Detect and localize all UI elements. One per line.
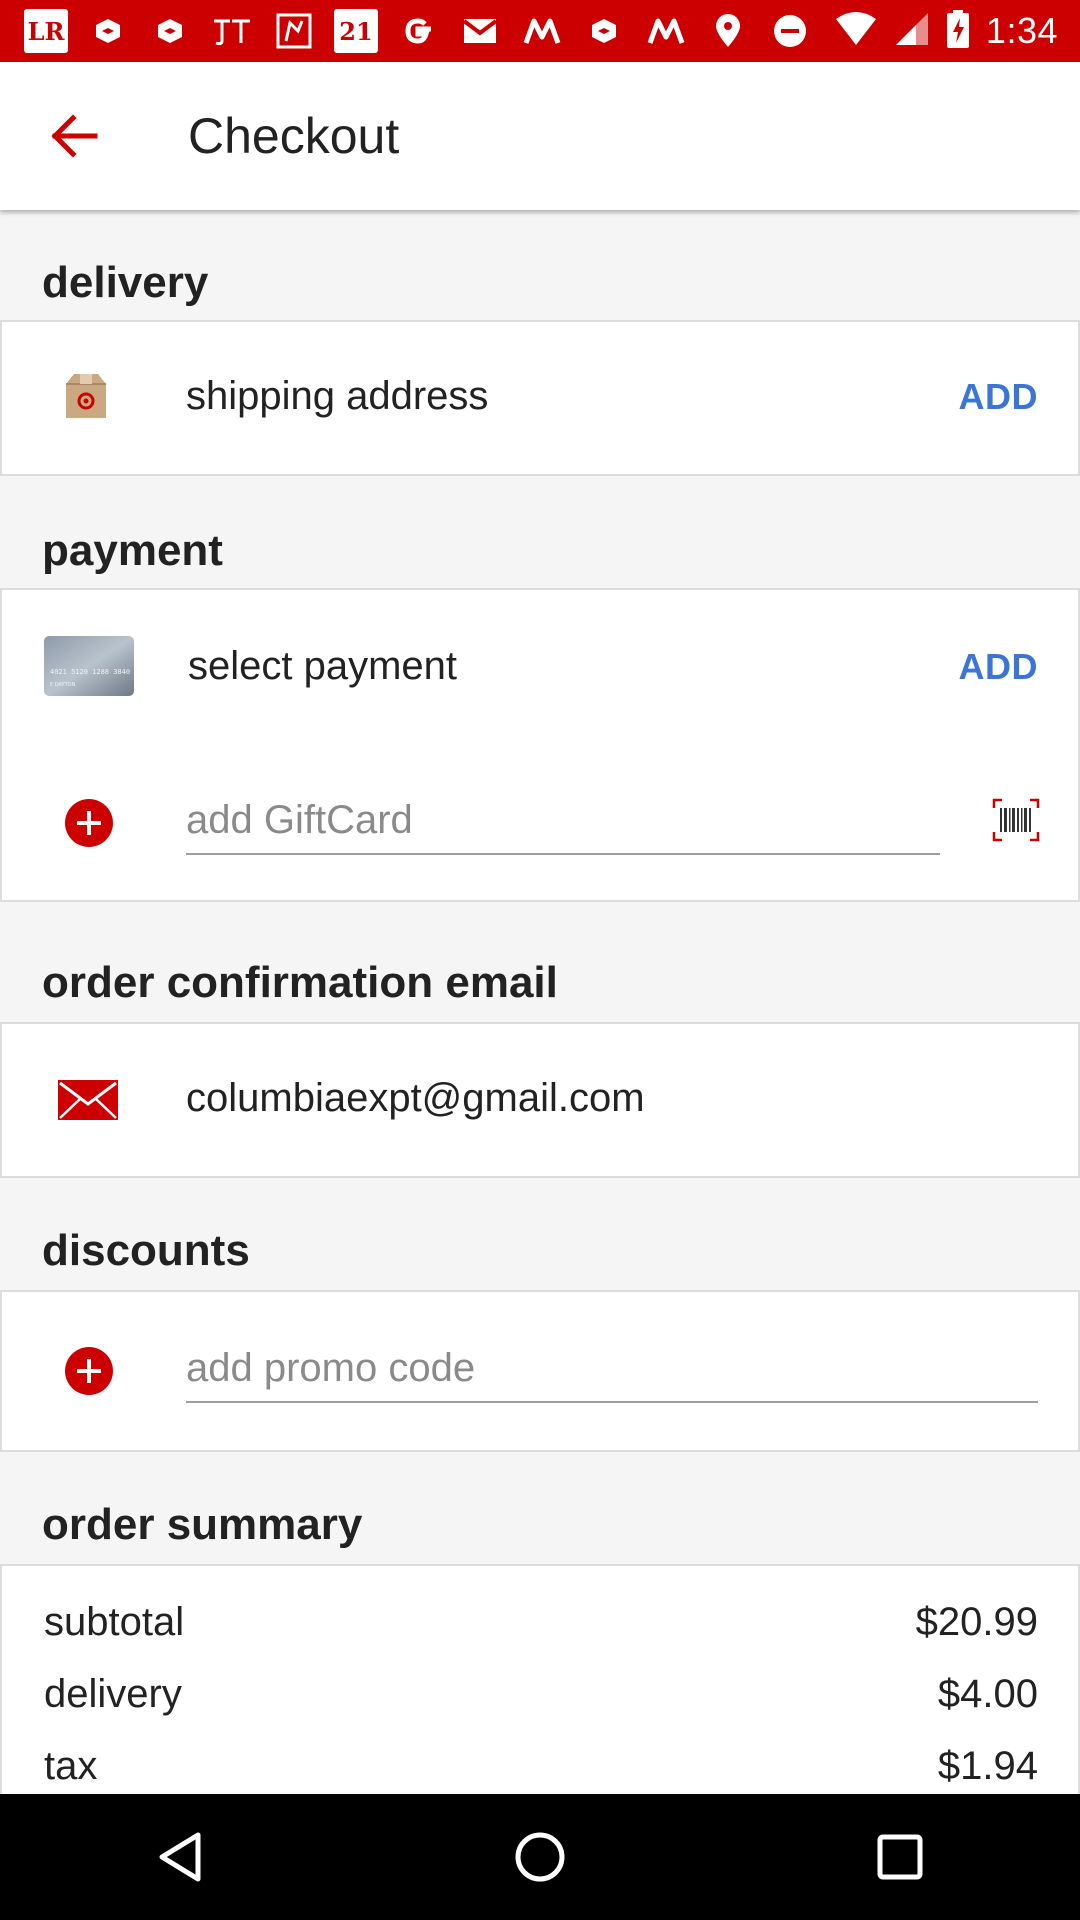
add-payment-button[interactable]: ADD [959, 646, 1039, 688]
jt-icon [210, 9, 254, 53]
app-bar: Checkout [0, 62, 1080, 210]
mail-icon [58, 1080, 118, 1120]
google-icon [396, 9, 440, 53]
forever21-icon: 21 [334, 9, 378, 53]
system-nav-bar [0, 1794, 1080, 1920]
square-recents-icon [877, 1834, 923, 1880]
add-promo-icon[interactable] [64, 1346, 114, 1396]
signal-icon [894, 11, 930, 52]
lightroom-icon: LR [24, 9, 68, 53]
summary-value: $1.94 [937, 1744, 1038, 1788]
promo-code-field[interactable] [186, 1346, 1038, 1403]
summary-label: subtotal [44, 1600, 185, 1644]
arrow-left-icon [51, 114, 98, 158]
m-icon [520, 9, 564, 53]
credit-card-icon: 4021 5120 1288 3840 E DAYTON [44, 636, 134, 696]
wifi-icon [834, 11, 878, 52]
promo-code-input[interactable] [186, 1346, 1038, 1401]
delivery-section-label: delivery [42, 258, 209, 307]
nav-recents-button[interactable] [840, 1797, 960, 1917]
summary-value: $4.00 [937, 1672, 1038, 1716]
checkout-content: delivery shipping address ADD payment 40… [0, 210, 1080, 1794]
page-title: Checkout [188, 108, 400, 164]
summary-row-subtotal: subtotal $20.99 [44, 1600, 1038, 1645]
summary-row-tax: tax $1.94 [44, 1744, 1038, 1789]
select-payment-card[interactable]: 4021 5120 1288 3840 E DAYTON select paym… [0, 588, 1080, 746]
email-section-label: order confirmation email [42, 958, 558, 1007]
svg-text:E DAYTON: E DAYTON [50, 682, 76, 688]
clock-time: 1:34 [985, 10, 1058, 51]
giftcard-field[interactable] [186, 798, 940, 855]
brand-icon [272, 9, 316, 53]
svg-text:4021 5120 1288 3840: 4021 5120 1288 3840 [50, 668, 130, 676]
gmail-icon [458, 9, 502, 53]
location-icon [706, 9, 750, 53]
giftcard-input[interactable] [186, 798, 940, 853]
payment-section-label: payment [42, 526, 223, 575]
summary-label: delivery [44, 1672, 182, 1716]
circle-home-icon [515, 1832, 565, 1882]
triangle-back-icon [159, 1832, 201, 1882]
dnd-icon [768, 9, 812, 53]
order-summary-card: subtotal $20.99 delivery $4.00 tax $1.94 [0, 1564, 1080, 1794]
cast-icon [86, 9, 130, 53]
summary-value: $20.99 [915, 1600, 1038, 1644]
email-card[interactable]: columbiaexpt@gmail.com [0, 1022, 1080, 1178]
nav-home-button[interactable] [480, 1797, 600, 1917]
m-icon [644, 9, 688, 53]
summary-label: tax [44, 1744, 98, 1788]
shipping-address-text: shipping address [186, 374, 489, 418]
cast-icon [148, 9, 192, 53]
email-value: columbiaexpt@gmail.com [186, 1076, 645, 1120]
order-summary-section-label: order summary [42, 1500, 363, 1549]
cast-icon [582, 9, 626, 53]
promo-code-card [0, 1290, 1080, 1452]
select-payment-text: select payment [188, 644, 458, 688]
add-giftcard-icon[interactable] [64, 798, 114, 848]
back-button[interactable] [0, 62, 148, 210]
nav-back-button[interactable] [120, 1797, 240, 1917]
shipping-address-card[interactable]: shipping address ADD [0, 320, 1080, 476]
summary-row-delivery: delivery $4.00 [44, 1672, 1038, 1717]
battery-icon [946, 9, 970, 54]
barcode-scan-icon[interactable] [992, 798, 1040, 842]
giftcard-card [0, 740, 1080, 902]
discounts-section-label: discounts [42, 1226, 250, 1275]
add-shipping-address-button[interactable]: ADD [959, 376, 1039, 418]
status-bar: LR 21 1:34 [0, 0, 1080, 62]
shipping-box-icon [60, 370, 112, 422]
